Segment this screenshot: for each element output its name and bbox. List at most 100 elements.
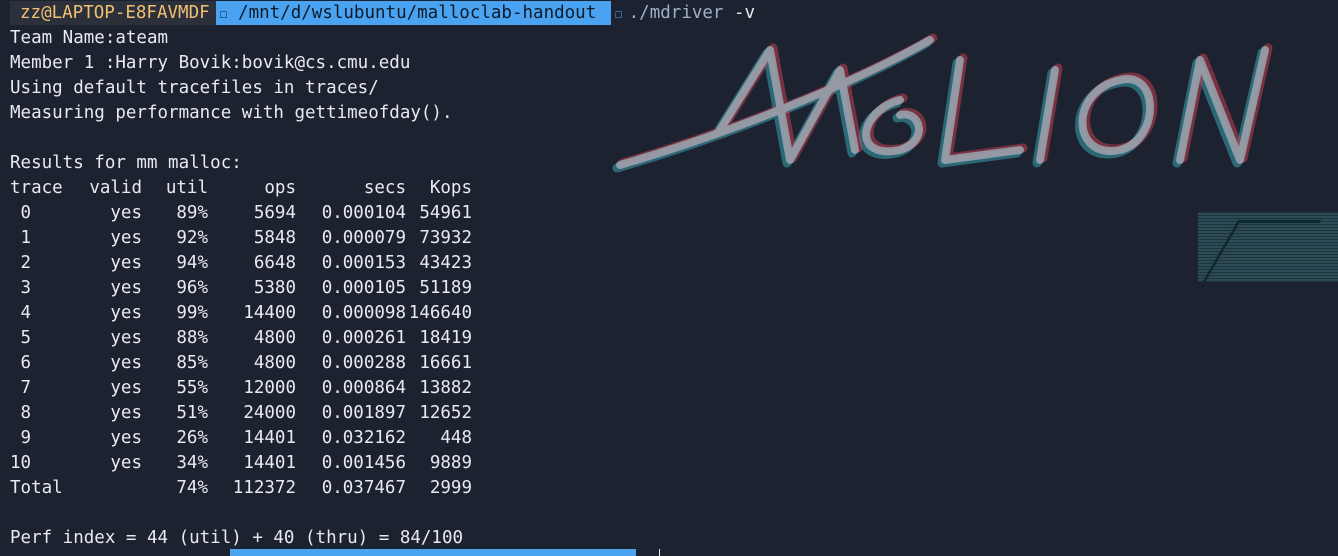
cell-trace: 2 bbox=[10, 253, 32, 273]
cell-trace: 6 bbox=[10, 353, 32, 373]
col-valid: valid bbox=[89, 178, 142, 198]
output-results-heading: Results for mm malloc: bbox=[10, 153, 242, 173]
table-row: 9 yes 26% 14401 0.032162 448 bbox=[10, 426, 472, 451]
output-team-name: Team Name:ateam bbox=[10, 28, 169, 48]
table-row: 10 yes 34% 14401 0.001456 9889 bbox=[10, 451, 472, 476]
table-row: 1 yes 92% 5848 0.000079 73932 bbox=[10, 226, 472, 251]
command-argument: -v bbox=[734, 3, 756, 23]
cell-trace: 5 bbox=[10, 328, 32, 348]
cell-valid: yes bbox=[110, 328, 142, 348]
cell-secs: 0.001897 bbox=[321, 403, 406, 423]
cell-util: 96% bbox=[176, 278, 208, 298]
command-name: ./mdriver bbox=[628, 3, 724, 23]
cell-secs: 0.032162 bbox=[321, 428, 406, 448]
wallpaper-art-fragment bbox=[1198, 212, 1338, 282]
evangelion-logo-wallpaper bbox=[612, 33, 1273, 173]
cell-kops: 43423 bbox=[419, 253, 472, 273]
table-row: 7 yes 55% 12000 0.000864 13882 bbox=[10, 376, 472, 401]
cell-valid: yes bbox=[110, 278, 142, 298]
cell-ops: 4800 bbox=[253, 353, 296, 373]
cell-kops: 9889 bbox=[429, 453, 472, 473]
prompt-path-segment: ☐ /mnt/d/wslubuntu/malloclab-handout bbox=[215, 1, 611, 25]
cell-secs: 0.000864 bbox=[321, 378, 406, 398]
folder-icon: ☐ bbox=[219, 7, 228, 22]
cell-util: 89% bbox=[176, 203, 208, 223]
cell-ops: 5380 bbox=[253, 278, 296, 298]
text-cursor bbox=[659, 549, 660, 556]
cell-secs: 0.000098 bbox=[321, 303, 406, 323]
col-util: util bbox=[165, 178, 208, 198]
table-row: 0 yes 89% 5694 0.000104 54961 bbox=[10, 201, 472, 226]
output-member: Member 1 :Harry Bovik:bovik@cs.cmu.edu bbox=[10, 53, 411, 73]
cell-valid: yes bbox=[110, 303, 142, 323]
cell-kops: 16661 bbox=[419, 353, 472, 373]
cell-trace: 0 bbox=[10, 203, 32, 223]
prompt-path: /mnt/d/wslubuntu/malloclab-handout bbox=[238, 3, 597, 23]
cell-util: 99% bbox=[176, 303, 208, 323]
table-row: 5 yes 88% 4800 0.000261 18419 bbox=[10, 326, 472, 351]
cell-kops: 448 bbox=[440, 428, 472, 448]
table-row: 8 yes 51% 24000 0.001897 12652 bbox=[10, 401, 472, 426]
cell-valid: yes bbox=[110, 253, 142, 273]
cell-ops: 14401 bbox=[243, 428, 296, 448]
next-prompt-path-segment bbox=[230, 549, 636, 556]
cell-total-secs: 0.037467 bbox=[321, 478, 406, 498]
cell-trace: 7 bbox=[10, 378, 32, 398]
col-ops: ops bbox=[264, 178, 296, 198]
cell-util: 94% bbox=[176, 253, 208, 273]
cell-secs: 0.000288 bbox=[321, 353, 406, 373]
cell-util: 92% bbox=[176, 228, 208, 248]
cell-kops: 73932 bbox=[419, 228, 472, 248]
cell-trace: 4 bbox=[10, 303, 32, 323]
cell-ops: 24000 bbox=[243, 403, 296, 423]
cell-ops: 5694 bbox=[253, 203, 296, 223]
cell-total-ops: 112372 bbox=[232, 478, 296, 498]
cell-trace: 3 bbox=[10, 278, 32, 298]
cell-secs: 0.000261 bbox=[321, 328, 406, 348]
cell-valid: yes bbox=[110, 203, 142, 223]
terminal-window[interactable]: zz@LAPTOP-E8FAVMDF ☐ /mnt/d/wslubuntu/ma… bbox=[0, 0, 1338, 556]
cell-util: 34% bbox=[176, 453, 208, 473]
cell-secs: 0.001456 bbox=[321, 453, 406, 473]
cell-total-label: Total bbox=[10, 478, 63, 498]
cell-ops: 6648 bbox=[253, 253, 296, 273]
output-perf-index: Perf index = 44 (util) + 40 (thru) = 84/… bbox=[10, 528, 464, 548]
cell-valid: yes bbox=[110, 453, 142, 473]
cell-ops: 5848 bbox=[253, 228, 296, 248]
cell-valid: yes bbox=[110, 403, 142, 423]
cell-total-util: 74% bbox=[176, 478, 208, 498]
col-trace: trace bbox=[10, 178, 63, 198]
cell-util: 51% bbox=[176, 403, 208, 423]
cell-secs: 0.000079 bbox=[321, 228, 406, 248]
cell-kops: 146640 bbox=[408, 303, 472, 323]
cell-trace: 10 bbox=[10, 453, 32, 473]
cell-util: 85% bbox=[176, 353, 208, 373]
cell-secs: 0.000104 bbox=[321, 203, 406, 223]
cell-kops: 51189 bbox=[419, 278, 472, 298]
table-header: trace valid util ops secs Kops bbox=[10, 176, 472, 201]
cell-ops: 4800 bbox=[253, 328, 296, 348]
table-row: 4 yes 99% 14400 0.000098 146640 bbox=[10, 301, 472, 326]
shell-prompt: zz@LAPTOP-E8FAVMDF ☐ /mnt/d/wslubuntu/ma… bbox=[10, 1, 755, 25]
output-measuring: Measuring performance with gettimeofday(… bbox=[10, 103, 453, 123]
prompt-separator-icon: ☐ bbox=[614, 7, 623, 22]
cell-trace: 1 bbox=[10, 228, 32, 248]
cell-util: 55% bbox=[176, 378, 208, 398]
cell-ops: 14401 bbox=[243, 453, 296, 473]
cell-trace: 8 bbox=[10, 403, 32, 423]
cell-kops: 18419 bbox=[419, 328, 472, 348]
table-row: 2 yes 94% 6648 0.000153 43423 bbox=[10, 251, 472, 276]
cell-ops: 12000 bbox=[243, 378, 296, 398]
cell-secs: 0.000153 bbox=[321, 253, 406, 273]
cell-valid: yes bbox=[110, 353, 142, 373]
cell-valid: yes bbox=[110, 228, 142, 248]
cell-kops: 13882 bbox=[419, 378, 472, 398]
cell-kops: 54961 bbox=[419, 203, 472, 223]
cell-valid: yes bbox=[110, 378, 142, 398]
table-total-row: Total 74% 112372 0.037467 2999 bbox=[10, 476, 472, 501]
table-row: 6 yes 85% 4800 0.000288 16661 bbox=[10, 351, 472, 376]
prompt-user-host: zz@LAPTOP-E8FAVMDF bbox=[10, 1, 216, 25]
col-kops: Kops bbox=[429, 178, 472, 198]
cell-total-kops: 2999 bbox=[429, 478, 472, 498]
table-row: 3 yes 96% 5380 0.000105 51189 bbox=[10, 276, 472, 301]
